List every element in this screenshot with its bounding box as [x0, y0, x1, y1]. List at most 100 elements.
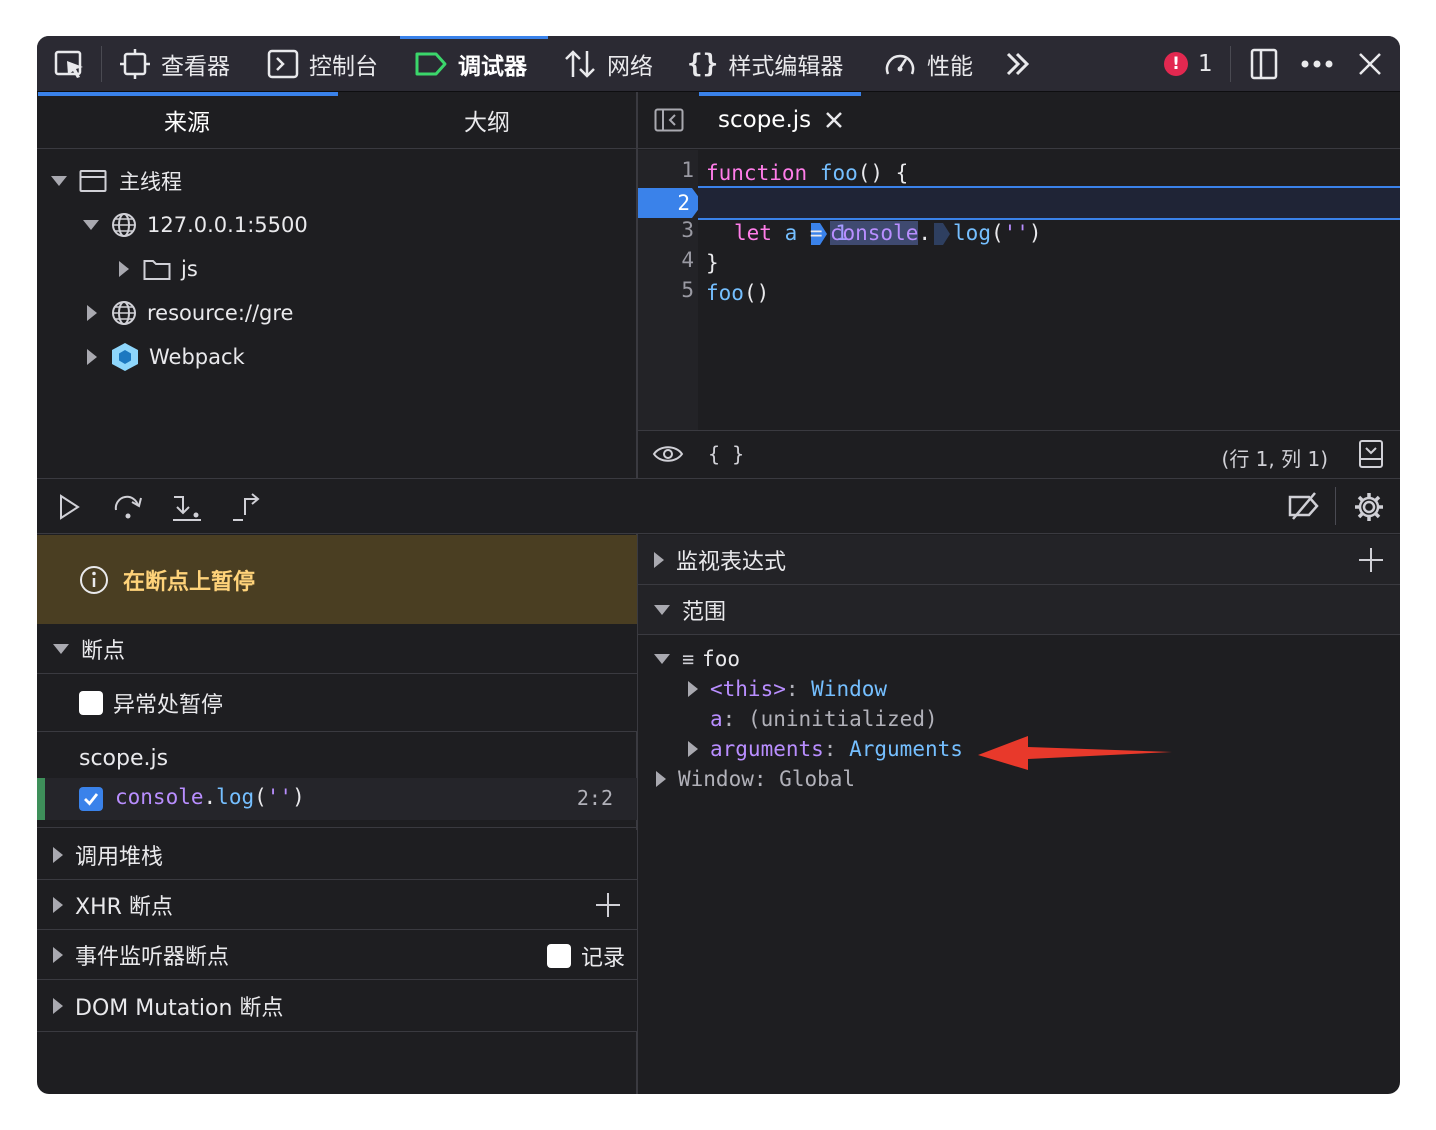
collapse-arrow-icon: [119, 261, 129, 277]
element-picker-button[interactable]: [53, 36, 97, 92]
tab-outline[interactable]: 大纲: [337, 92, 637, 148]
step-out-button[interactable]: [231, 491, 263, 523]
error-count-button[interactable]: ! 1: [1164, 36, 1213, 92]
toggle-secondary-panes-button[interactable]: [1358, 439, 1384, 469]
tree-item-js-folder[interactable]: js: [119, 249, 198, 289]
scope-var-a[interactable]: a: (uninitialized): [710, 704, 938, 734]
debugger-settings-button[interactable]: [1353, 491, 1385, 523]
column-breakpoint-icon[interactable]: [933, 222, 951, 246]
paused-banner: 在断点上暂停: [37, 535, 637, 624]
section-title: 断点: [81, 638, 126, 664]
pause-exceptions-checkbox[interactable]: [79, 690, 103, 715]
scopes-section-header[interactable]: 范围: [638, 585, 1400, 635]
tab-network[interactable]: 网络: [563, 36, 653, 92]
scope-arguments[interactable]: arguments: Arguments: [688, 734, 963, 764]
breakpoint-marker[interactable]: 2: [638, 188, 704, 218]
step-out-icon: [233, 493, 260, 521]
collapse-arrow-icon: [53, 896, 63, 913]
xhr-breakpoints-section-header[interactable]: XHR 断点: [37, 880, 637, 930]
close-icon: [1357, 51, 1383, 77]
devtools-window: 查看器 控制台 调试器 网络 {} 样式编辑器 性能 ! 1 来源 大纲 主线程…: [37, 36, 1400, 1094]
blackbox-source-button[interactable]: [652, 443, 684, 465]
deactivate-breakpoints-button[interactable]: [1287, 491, 1321, 521]
editor-tabs: scope.js: [638, 92, 1400, 149]
toolbar-separator: [1230, 46, 1231, 82]
pause-on-exceptions-row[interactable]: 异常处暂停: [37, 674, 637, 732]
more-tabs-button[interactable]: [1003, 36, 1043, 92]
tree-item-label: js: [181, 257, 198, 281]
line-number: 3: [681, 218, 694, 242]
editor-tab-label: scope.js: [718, 107, 812, 133]
line-number-gutter[interactable]: 1 2 3 4 5: [638, 150, 703, 430]
toolbar-separator: [101, 46, 102, 82]
tab-inspector[interactable]: 查看器: [119, 36, 230, 92]
pretty-print-button[interactable]: { }: [708, 442, 744, 466]
tab-debugger[interactable]: 调试器: [414, 36, 527, 92]
watch-expressions-section-header[interactable]: 监视表达式: [638, 535, 1400, 585]
folder-icon: [143, 257, 171, 281]
scope-foo[interactable]: ≡ foo: [654, 644, 740, 674]
code-editor[interactable]: function foo() { console. log('') let a =…: [698, 150, 1400, 430]
toggle-sidebar-button[interactable]: [654, 108, 684, 132]
breakpoints-section-header[interactable]: 断点: [37, 624, 637, 674]
tab-performance-label: 性能: [927, 54, 973, 80]
add-xhr-breakpoint-button[interactable]: [595, 892, 621, 918]
section-title: 调用堆栈: [75, 844, 164, 870]
code-line-3: let a = 1: [734, 221, 848, 245]
collapse-arrow-icon: [688, 741, 698, 757]
section-title: 事件监听器断点: [75, 944, 230, 970]
tree-item-resource[interactable]: resource://gre: [87, 293, 293, 333]
close-devtools-button[interactable]: [1357, 36, 1393, 92]
event-listener-breakpoints-section-header[interactable]: 事件监听器断点 记录: [37, 930, 637, 980]
line-number: 1: [681, 158, 694, 182]
tree-item-webpack[interactable]: Webpack: [87, 337, 245, 377]
scope-window[interactable]: Window: Global: [656, 764, 855, 794]
globe-icon: [111, 212, 137, 238]
line-number: 5: [681, 278, 694, 302]
checkmark-icon: [84, 793, 99, 806]
tab-network-label: 网络: [607, 54, 653, 80]
step-over-button[interactable]: [112, 492, 144, 522]
call-stack-section-header[interactable]: 调用堆栈: [37, 830, 637, 880]
tab-performance[interactable]: 性能: [883, 36, 973, 92]
tree-item-label: resource://gre: [147, 301, 294, 325]
debugger-icon: [414, 50, 448, 78]
webpack-icon: [111, 342, 139, 372]
annotation-arrow-icon: [978, 736, 1172, 770]
close-tab-icon[interactable]: [825, 111, 843, 129]
log-events-checkbox[interactable]: [546, 944, 571, 968]
play-icon: [60, 494, 80, 520]
collapse-arrow-icon: [656, 771, 666, 787]
plus-icon: [596, 893, 620, 917]
collapse-arrow-icon: [688, 681, 698, 697]
responsive-design-button[interactable]: [1248, 36, 1290, 92]
breakpoint-slash-icon: [1288, 492, 1319, 520]
expand-arrow-icon: [654, 604, 670, 615]
step-in-button[interactable]: [171, 491, 203, 523]
editor-tab-scope-js[interactable]: scope.js: [718, 92, 843, 148]
tree-item-main-thread[interactable]: 主线程: [51, 161, 182, 201]
expand-arrow-icon: [83, 220, 99, 230]
add-watch-expression-button[interactable]: [1358, 547, 1384, 573]
dom-mutation-section-header[interactable]: DOM Mutation 断点: [37, 980, 637, 1032]
tab-console[interactable]: 控制台: [267, 36, 378, 92]
sidebar-collapse-icon: [654, 108, 684, 132]
resume-button[interactable]: [57, 493, 81, 521]
scope-this[interactable]: <this>: Window: [688, 674, 887, 704]
code-line-2: console. log(''): [734, 188, 1042, 245]
tab-style-editor[interactable]: {} 样式编辑器: [687, 36, 843, 92]
braces-icon: {}: [687, 49, 719, 79]
breakpoint-checkbox[interactable]: [79, 787, 103, 811]
performance-gauge-icon: [883, 48, 917, 80]
log-events-toggle[interactable]: 记录: [546, 940, 625, 972]
tree-item-localhost[interactable]: 127.0.0.1:5500: [83, 205, 308, 245]
breakpoint-item[interactable]: console.log('') 2:2: [37, 778, 637, 820]
breakpoint-group: scope.js console.log('') 2:2: [37, 732, 637, 828]
expand-arrow-icon: [53, 643, 69, 654]
eye-icon: [652, 446, 684, 462]
code-line-4: }: [706, 251, 719, 275]
double-chevron-icon: [1003, 49, 1033, 79]
options-menu-button[interactable]: [1299, 36, 1345, 92]
tab-sources[interactable]: 来源: [37, 92, 337, 148]
error-count: 1: [1198, 51, 1213, 77]
